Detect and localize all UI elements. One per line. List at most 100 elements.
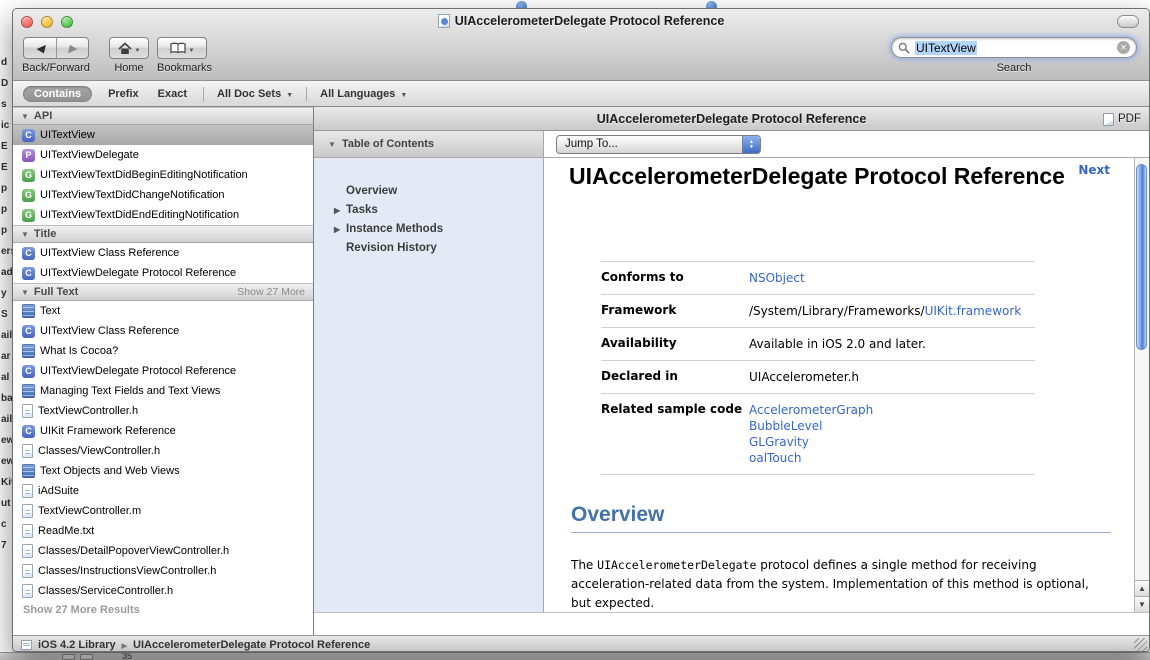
back-icon	[36, 39, 44, 57]
pdf-button[interactable]: PDF	[1103, 107, 1141, 131]
toc-pane: Overview Tasks Instance Methods Revision…	[314, 158, 544, 612]
class-icon	[22, 364, 35, 378]
vertical-scrollbar[interactable]	[1134, 158, 1149, 612]
background-window-icon	[516, 1, 527, 8]
nsobject-link[interactable]: NSObject	[749, 271, 805, 285]
show-more-results-link[interactable]: Show 27 More Results	[13, 601, 313, 619]
show-more-link[interactable]: Show 27 More	[237, 286, 305, 298]
search-result-item[interactable]: UITextView	[13, 125, 313, 145]
forward-icon	[68, 39, 76, 57]
main-area: API UITextView UITextViewDelegate UIText…	[13, 107, 1149, 635]
doc-sets-dropdown[interactable]: All Doc Sets	[217, 88, 293, 100]
window-title: UIAccelerometerDelegate Protocol Referen…	[13, 14, 1149, 28]
forward-button[interactable]	[55, 38, 88, 58]
sample-code-link[interactable]: GLGravity	[749, 434, 1035, 450]
section-header-title[interactable]: Title	[13, 225, 313, 243]
sample-code-link[interactable]: AccelerometerGraph	[749, 402, 1035, 418]
background-segment	[80, 654, 93, 660]
next-link[interactable]: Next	[1078, 163, 1110, 177]
search-result-item[interactable]: TextViewController.m	[13, 501, 313, 521]
library-icon	[21, 639, 32, 650]
file-icon	[22, 444, 33, 458]
jump-to-dropdown[interactable]: Jump To...	[556, 135, 761, 154]
search-result-item[interactable]: Classes/ServiceController.h	[13, 581, 313, 601]
toc-item-instance-methods[interactable]: Instance Methods	[314, 220, 543, 239]
search-scope-bar: Contains Prefix Exact All Doc Sets All L…	[13, 81, 1149, 107]
class-icon	[22, 128, 35, 142]
search-result-item[interactable]: Classes/InstructionsViewController.h	[13, 561, 313, 581]
bookmarks-button[interactable]	[157, 37, 207, 59]
search-input[interactable]: UITextView	[891, 37, 1137, 58]
toc-item-revision-history[interactable]: Revision History	[314, 239, 543, 258]
back-button[interactable]	[24, 38, 56, 58]
table-row: Framework /System/Library/Frameworks/UIK…	[601, 295, 1035, 328]
toolbar-toggle-button[interactable]	[1117, 15, 1139, 28]
toc-item-overview[interactable]: Overview	[314, 182, 543, 201]
table-of-contents-header[interactable]: Table of Contents	[314, 131, 544, 157]
inline-code: UIAccelerometerDelegate	[597, 558, 757, 572]
background-window-left: d D s ic E E p p p ers ad y S ail ar al …	[0, 8, 12, 654]
page-title: UIAccelerometerDelegate Protocol Referen…	[569, 163, 1065, 189]
info-table: Conforms to NSObject Framework /System/L…	[601, 261, 1035, 475]
doc-icon	[22, 464, 35, 478]
search-result-item[interactable]: Text	[13, 301, 313, 321]
search-result-item[interactable]: Managing Text Fields and Text Views	[13, 381, 313, 401]
scope-contains-button[interactable]: Contains	[23, 85, 93, 102]
bookmarks-label: Bookmarks	[157, 62, 213, 74]
chevron-down-icon	[189, 39, 195, 57]
scroll-down-icon[interactable]	[1135, 596, 1149, 612]
home-button[interactable]	[109, 37, 149, 59]
search-result-item[interactable]: UITextViewTextDidBeginEditingNotificatio…	[13, 165, 313, 185]
search-result-item[interactable]: UITextViewTextDidChangeNotification	[13, 185, 313, 205]
search-result-item[interactable]: Text Objects and Web Views	[13, 461, 313, 481]
toc-item-tasks[interactable]: Tasks	[314, 201, 543, 220]
chevron-down-icon	[286, 88, 293, 100]
languages-dropdown[interactable]: All Languages	[320, 88, 407, 100]
section-header-full-text[interactable]: Full Text Show 27 More	[13, 283, 313, 301]
doc-icon	[22, 344, 35, 358]
search-result-item[interactable]: What Is Cocoa?	[13, 341, 313, 361]
sample-code-link[interactable]: BubbleLevel	[749, 418, 1035, 434]
scrollbar-thumb[interactable]	[1136, 164, 1147, 350]
search-result-item[interactable]: UIKit Framework Reference	[13, 421, 313, 441]
class-icon	[22, 246, 35, 260]
chevron-down-icon	[135, 39, 141, 57]
sample-code-link[interactable]: oalTouch	[749, 450, 1035, 466]
resize-grip-icon[interactable]	[1134, 638, 1147, 651]
background-window-icon	[706, 1, 717, 8]
uikit-framework-link[interactable]: UIKit.framework	[925, 304, 1022, 318]
file-icon	[22, 504, 33, 518]
global-icon	[22, 168, 35, 182]
breadcrumb-library[interactable]: iOS 4.2 Library	[38, 639, 116, 651]
search-result-item[interactable]: UITextView Class Reference	[13, 243, 313, 263]
search-result-item[interactable]: UITextViewDelegate Protocol Reference	[13, 263, 313, 283]
global-icon	[22, 208, 35, 222]
search-result-item[interactable]: UITextViewDelegate Protocol Reference	[13, 361, 313, 381]
scroll-up-icon[interactable]	[1135, 580, 1149, 596]
search-result-item[interactable]: UITextViewTextDidEndEditingNotification	[13, 205, 313, 225]
search-result-item[interactable]: ReadMe.txt	[13, 521, 313, 541]
search-result-item[interactable]: UITextView Class Reference	[13, 321, 313, 341]
content-header: UIAccelerometerDelegate Protocol Referen…	[314, 107, 1149, 131]
status-bar: iOS 4.2 Library UIAccelerometerDelegate …	[13, 635, 1149, 651]
divider	[306, 86, 308, 101]
search-result-item[interactable]: UITextViewDelegate	[13, 145, 313, 165]
disclosure-down-icon	[21, 228, 29, 240]
clear-search-button[interactable]	[1117, 41, 1130, 54]
search-result-item[interactable]: Classes/ViewController.h	[13, 441, 313, 461]
disclosure-right-icon	[334, 201, 340, 220]
class-icon	[22, 424, 35, 438]
search-result-item[interactable]: Classes/DetailPopoverViewController.h	[13, 541, 313, 561]
search-result-item[interactable]: iAdSuite	[13, 481, 313, 501]
scope-exact-button[interactable]: Exact	[155, 86, 190, 102]
section-header-api[interactable]: API	[13, 107, 313, 125]
scope-prefix-button[interactable]: Prefix	[105, 86, 142, 102]
back-forward-control	[23, 37, 89, 59]
background-number: 35	[122, 652, 133, 660]
home-icon	[117, 41, 132, 54]
search-result-item[interactable]: TextViewController.h	[13, 401, 313, 421]
search-icon	[898, 42, 910, 54]
overview-paragraph: The UIAccelerometerDelegate protocol def…	[571, 558, 1089, 610]
background-text-fragments: d D s ic E E p p p ers ad y S ail ar al …	[1, 57, 12, 551]
divider	[203, 86, 204, 101]
